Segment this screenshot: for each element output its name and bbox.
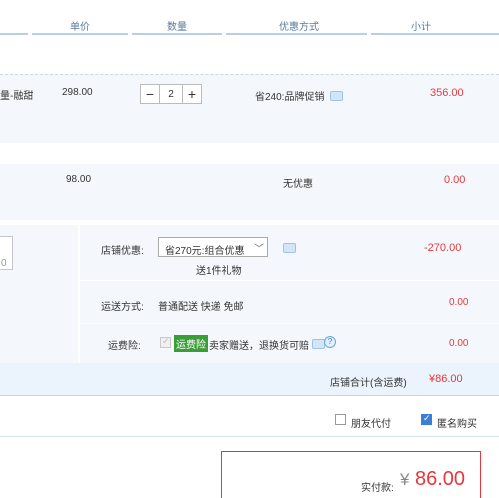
item-discount: 无优惠: [283, 179, 313, 190]
insurance-badge: 运费险: [174, 335, 208, 352]
item-price: 98.00: [66, 174, 92, 185]
shipping-amount: 0.00: [449, 297, 469, 308]
options-row: 朋友代付 ✓ 匿名购买: [0, 408, 499, 437]
currency-symbol: ¥: [400, 470, 410, 489]
quantity-stepper: − 2 +: [140, 84, 202, 104]
item-subtotal: 0.00: [444, 174, 466, 186]
buyer-message-input[interactable]: 0: [0, 236, 13, 270]
gift-note[interactable]: 送1件礼物: [196, 262, 242, 277]
payment-label: 实付款:: [361, 483, 394, 494]
message-icon[interactable]: [330, 91, 343, 101]
quantity-input[interactable]: 2: [160, 84, 182, 104]
chevron-down-icon: ﹀: [254, 244, 264, 255]
cart-item-2: 98.00 无优惠 0.00: [0, 164, 499, 220]
header-subtotal: 小计: [411, 22, 431, 33]
anonymous-label[interactable]: 匿名购买: [437, 415, 477, 430]
anonymous-checkbox[interactable]: ✓: [421, 413, 432, 425]
friend-pay-label[interactable]: 朋友代付: [351, 415, 391, 430]
shop-total-value: ¥86.00: [429, 373, 463, 385]
shipping-value: 普通配送 快递 免邮: [158, 302, 244, 313]
coupon-label: 店铺优惠:: [101, 246, 144, 257]
message-icon[interactable]: [283, 243, 296, 253]
shop-total-bar: 店铺合计(含运费) ¥86.00: [0, 363, 499, 396]
item-title-fragment[interactable]: 量-融甜: [0, 87, 33, 102]
increase-button[interactable]: +: [182, 84, 202, 104]
insurance-checkbox[interactable]: ✓: [160, 336, 171, 348]
shop-total-label: 店铺合计(含运费): [330, 378, 407, 389]
help-icon[interactable]: ?: [324, 336, 336, 348]
header-price: 单价: [70, 22, 90, 33]
cart-header: 单价 数量 优惠方式 小计: [0, 0, 499, 35]
header-discount: 优惠方式: [279, 22, 319, 33]
insurance-text: 卖家赠送，退换货可赔: [209, 341, 309, 352]
shipping-label: 运送方式:: [101, 302, 144, 313]
item-price: 298.00: [62, 87, 93, 98]
payment-summary: 实付款: ¥ 86.00: [221, 451, 481, 498]
insurance-label: 运费险:: [108, 341, 141, 352]
coupon-amount: -270.00: [424, 242, 462, 254]
friend-pay-checkbox[interactable]: [335, 414, 346, 425]
coupon-select[interactable]: 省270元:组合优惠 ﹀: [158, 237, 268, 257]
cart-item-1: 量-融甜 298.00 − 2 + 省240:品牌促销 356.00: [0, 74, 499, 143]
insurance-amount: 0.00: [449, 338, 469, 349]
payment-amount: 86.00: [415, 468, 466, 490]
item-subtotal: 356.00: [430, 87, 464, 99]
decrease-button[interactable]: −: [140, 84, 160, 104]
item-discount: 省240:品牌促销: [255, 92, 325, 103]
header-quantity: 数量: [167, 22, 187, 33]
